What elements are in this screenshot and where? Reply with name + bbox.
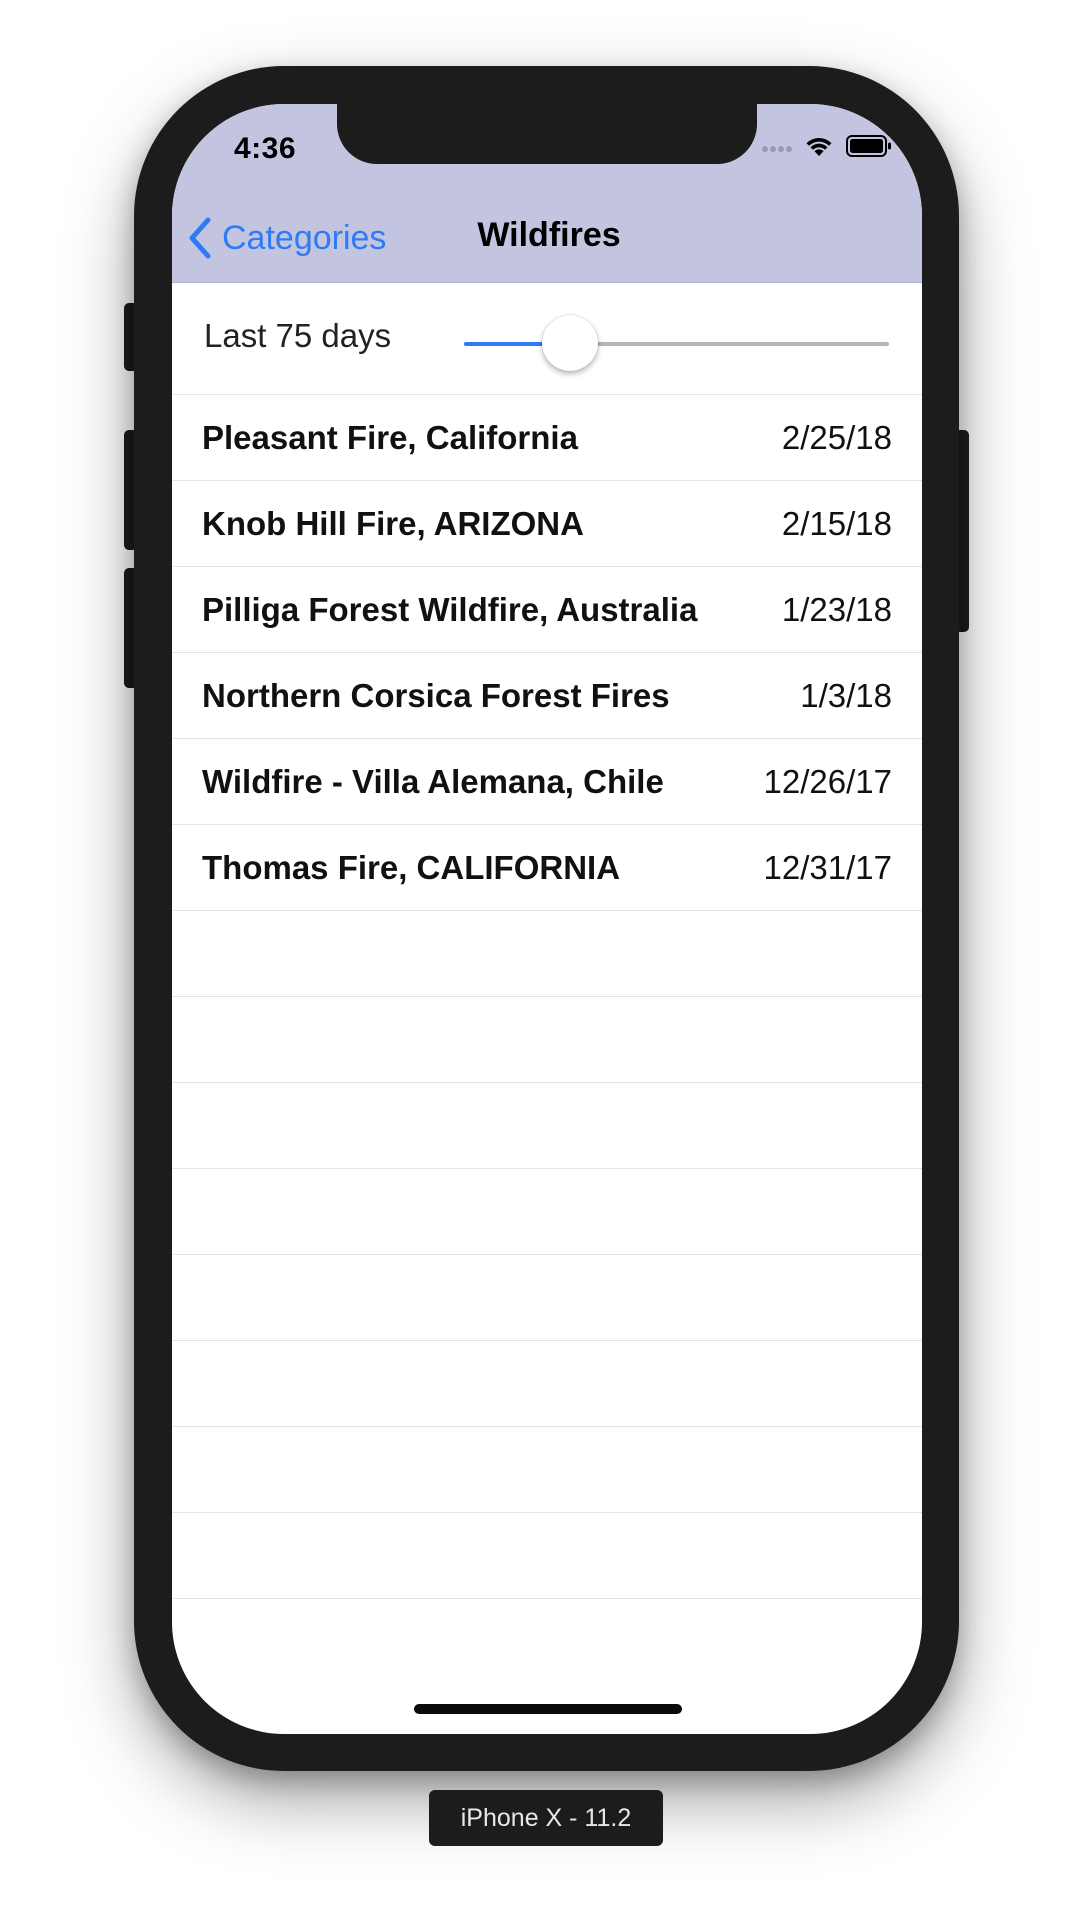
empty-row	[172, 911, 922, 997]
battery-icon	[846, 134, 892, 163]
notch	[337, 104, 757, 164]
event-date: 12/26/17	[763, 763, 892, 800]
phone-screen: 4:36 Categories Wildfires Last 75 days P…	[172, 104, 922, 1734]
empty-row	[172, 1083, 922, 1169]
table-row[interactable]: Northern Corsica Forest Fires 1/3/18	[172, 653, 922, 739]
event-name: Knob Hill Fire, ARIZONA	[202, 505, 584, 542]
empty-row	[172, 1427, 922, 1513]
status-icons	[762, 134, 892, 163]
empty-row	[172, 997, 922, 1083]
event-name: Wildfire - Villa Alemana, Chile	[202, 763, 664, 800]
navigation-bar: 4:36 Categories Wildfires	[172, 104, 922, 283]
time-range-label: Last 75 days	[204, 317, 392, 354]
slider-thumb[interactable]	[542, 315, 599, 371]
table-row[interactable]: Wildfire - Villa Alemana, Chile 12/26/17	[172, 739, 922, 825]
time-range-slider[interactable]	[464, 315, 889, 371]
event-name: Northern Corsica Forest Fires	[202, 677, 670, 714]
wifi-icon	[804, 134, 834, 163]
table-row[interactable]: Pilliga Forest Wildfire, Australia 1/23/…	[172, 567, 922, 653]
empty-row	[172, 1341, 922, 1427]
simulator-stage: 4:36 Categories Wildfires Last 75 days P…	[0, 0, 1090, 1928]
event-date: 12/31/17	[763, 849, 892, 886]
signal-icon	[762, 140, 792, 158]
status-time: 4:36	[234, 132, 297, 165]
event-name: Thomas Fire, CALIFORNIA	[202, 849, 621, 886]
empty-row	[172, 1169, 922, 1255]
empty-row	[172, 1255, 922, 1341]
table-row[interactable]: Thomas Fire, CALIFORNIA 12/31/17	[172, 825, 922, 911]
device-label: iPhone X - 11.2	[429, 1790, 663, 1846]
event-name: Pilliga Forest Wildfire, Australia	[202, 591, 698, 628]
event-date: 1/3/18	[800, 677, 892, 714]
home-indicator[interactable]	[414, 1704, 682, 1714]
event-date: 2/15/18	[781, 505, 892, 542]
empty-row	[172, 1513, 922, 1599]
table-row[interactable]: Pleasant Fire, California 2/25/18	[172, 395, 922, 481]
table-row[interactable]: Knob Hill Fire, ARIZONA 2/15/18	[172, 481, 922, 567]
event-date: 1/23/18	[781, 591, 892, 628]
page-title: Wildfires	[477, 216, 621, 254]
time-range-filter: Last 75 days	[172, 283, 922, 395]
event-name: Pleasant Fire, California	[202, 419, 578, 456]
event-date: 2/25/18	[781, 419, 892, 456]
event-list: Pleasant Fire, California 2/25/18 Knob H…	[172, 395, 922, 1599]
